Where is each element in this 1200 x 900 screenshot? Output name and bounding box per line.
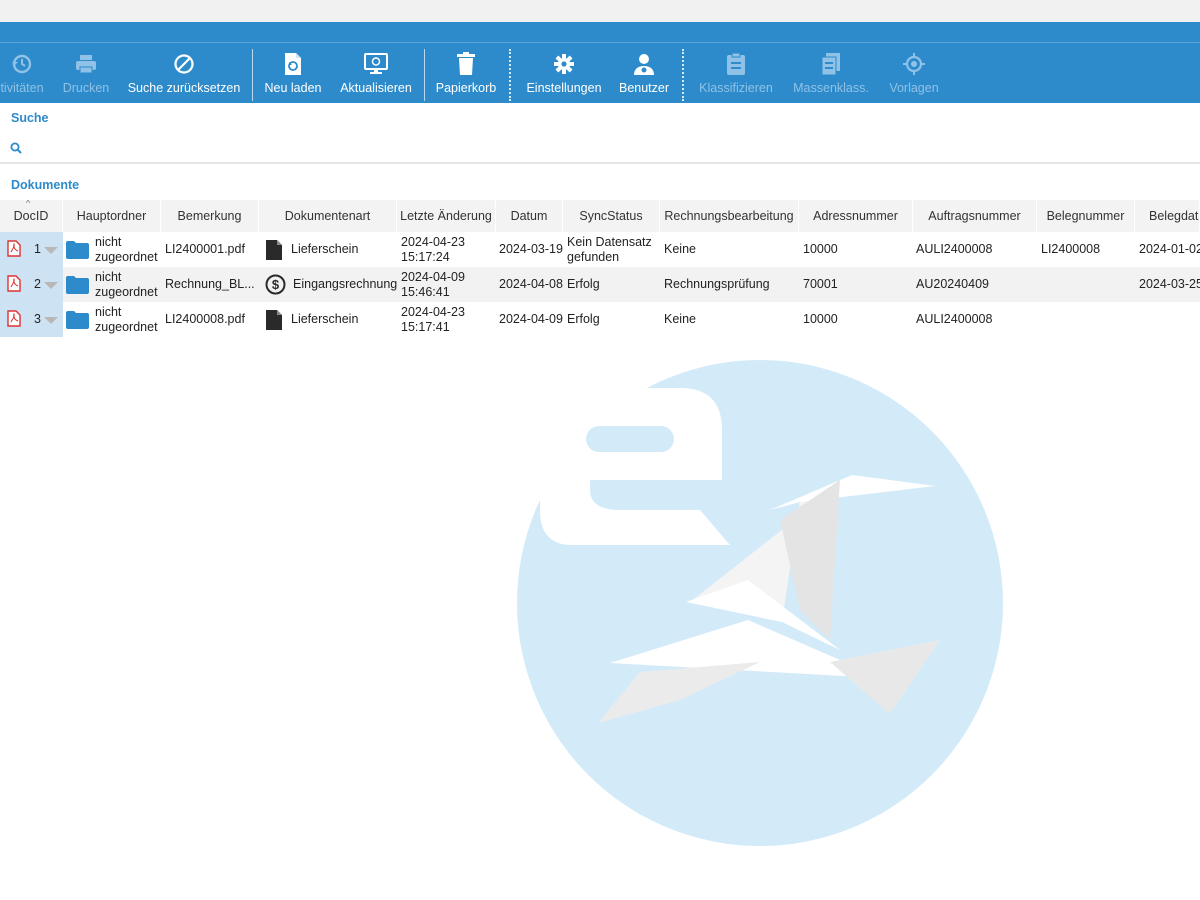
receipt-date-cell: 2024-03-25 [1139, 277, 1200, 291]
refresh-button[interactable]: Aktualisieren [336, 43, 416, 103]
user-icon [632, 51, 656, 77]
search-bar[interactable] [0, 134, 1200, 164]
row-expand-caret-icon[interactable] [44, 247, 58, 254]
invoice-processing-cell: Keine [664, 312, 696, 326]
search-icon[interactable] [10, 141, 22, 159]
table-row[interactable]: 3 nicht zugeordnet LI2400008.pdf Liefers… [0, 302, 1200, 337]
address-number-cell: 10000 [803, 312, 838, 326]
app-header-bar [0, 22, 1200, 42]
address-number-cell: 70001 [803, 277, 838, 291]
column-header-date[interactable]: Datum [496, 200, 563, 232]
folder-icon [66, 275, 89, 294]
reload-button[interactable]: Neu laden [260, 43, 326, 103]
toolbar-separator [682, 49, 684, 101]
invoice-processing-cell: Keine [664, 242, 696, 256]
target-icon [902, 51, 926, 77]
last-change-cell: 2024-04-23 15:17:41 [401, 304, 465, 334]
users-button[interactable]: Benutzer [614, 43, 674, 103]
receipt-date-cell [1139, 302, 1200, 337]
pdf-file-icon [7, 310, 21, 331]
docid-cell[interactable]: 1 [0, 232, 63, 267]
row-expand-caret-icon[interactable] [44, 317, 58, 324]
bulk-classify-button[interactable]: Massenklass. [788, 43, 874, 103]
column-header-receipt-date[interactable]: Belegdat [1135, 200, 1200, 232]
column-header-order-number[interactable]: Auftragsnummer [913, 200, 1037, 232]
main-toolbar: tivitäten Drucken Suche zurücksetzen Neu… [0, 42, 1200, 103]
toolbar-separator [424, 49, 425, 101]
watermark-logo [517, 360, 1003, 846]
folder-icon [66, 310, 89, 329]
table-row[interactable]: 2 nicht zugeordnet Rechnung_BL... $ Eing… [0, 267, 1200, 302]
templates-button[interactable]: Vorlagen [884, 43, 944, 103]
doctype-cell: $ Eingangsrechnung [265, 267, 397, 302]
receipt-number-cell: LI2400008 [1041, 242, 1101, 256]
column-header-doctype[interactable]: Dokumentenart [259, 200, 397, 232]
folder-cell: nicht zugeordnet [66, 232, 161, 267]
toolbar-separator [509, 49, 511, 101]
column-header-docid[interactable]: ^ DocID [0, 200, 63, 232]
doctype-cell: Lieferschein [265, 302, 397, 337]
svg-text:$: $ [272, 277, 280, 292]
column-header-last-change[interactable]: Letzte Änderung [397, 200, 496, 232]
pdf-file-icon [7, 240, 21, 261]
printer-icon [74, 51, 98, 77]
receipt-number-cell [1041, 302, 1135, 337]
trash-icon [454, 51, 478, 77]
row-expand-caret-icon[interactable] [44, 282, 58, 289]
window-top-strip [0, 0, 1200, 22]
last-change-cell: 2024-04-09 15:46:41 [401, 269, 465, 299]
remark-cell: Rechnung_BL... [165, 277, 255, 291]
docid-cell[interactable]: 3 [0, 302, 63, 337]
sort-asc-icon: ^ [26, 200, 31, 208]
order-number-cell: AULI2400008 [916, 242, 993, 256]
document-icon [265, 239, 283, 261]
column-header-folder[interactable]: Hauptordner [63, 200, 161, 232]
document-icon [265, 309, 283, 331]
column-header-invoice-processing[interactable]: Rechnungsbearbeitung [660, 200, 799, 232]
activities-button[interactable]: tivitäten [0, 43, 50, 103]
stack-icon [819, 51, 843, 77]
remark-cell: LI2400008.pdf [165, 312, 245, 326]
column-header-receipt-number[interactable]: Belegnummer [1037, 200, 1135, 232]
reset-search-button[interactable]: Suche zurücksetzen [124, 43, 244, 103]
date-cell: 2024-04-08 [499, 277, 563, 291]
column-header-address-number[interactable]: Adressnummer [799, 200, 913, 232]
receipt-date-cell: 2024-01-02 [1139, 242, 1200, 256]
recycle-bin-button[interactable]: Papierkorb [432, 43, 500, 103]
refresh-monitor-icon [364, 51, 388, 77]
history-icon [10, 51, 34, 77]
print-button[interactable]: Drucken [58, 43, 114, 103]
sync-status-cell: Kein Datensatz gefunden [567, 234, 652, 264]
dollar-icon: $ [265, 274, 286, 295]
order-number-cell: AULI2400008 [916, 312, 993, 326]
order-number-cell: AU20240409 [916, 277, 989, 291]
docid-cell[interactable]: 2 [0, 267, 63, 302]
documents-section-title: Dokumente [11, 178, 80, 192]
doctype-cell: Lieferschein [265, 232, 397, 267]
column-header-sync-status[interactable]: SyncStatus [563, 200, 660, 232]
reload-document-icon [281, 51, 305, 77]
gear-icon [552, 51, 576, 77]
search-section-title: Suche [11, 111, 49, 125]
reset-search-icon [172, 51, 196, 77]
folder-cell: nicht zugeordnet [66, 302, 161, 337]
column-header-remark[interactable]: Bemerkung [161, 200, 259, 232]
sync-status-cell: Erfolg [567, 312, 600, 326]
settings-button[interactable]: Einstellungen [522, 43, 606, 103]
invoice-processing-cell: Rechnungsprüfung [664, 277, 770, 291]
remark-cell: LI2400001.pdf [165, 242, 245, 256]
address-number-cell: 10000 [803, 242, 838, 256]
toolbar-separator [252, 49, 253, 101]
date-cell: 2024-03-19 [499, 242, 563, 256]
sync-status-cell: Erfolg [567, 277, 600, 291]
folder-icon [66, 240, 89, 259]
table-row[interactable]: 1 nicht zugeordnet LI2400001.pdf Liefers… [0, 232, 1200, 267]
date-cell: 2024-04-09 [499, 312, 563, 326]
pdf-file-icon [7, 275, 21, 296]
folder-cell: nicht zugeordnet [66, 267, 161, 302]
last-change-cell: 2024-04-23 15:17:24 [401, 234, 465, 264]
classify-button[interactable]: Klassifizieren [694, 43, 778, 103]
receipt-number-cell [1041, 267, 1135, 302]
clipboard-icon [724, 51, 748, 77]
